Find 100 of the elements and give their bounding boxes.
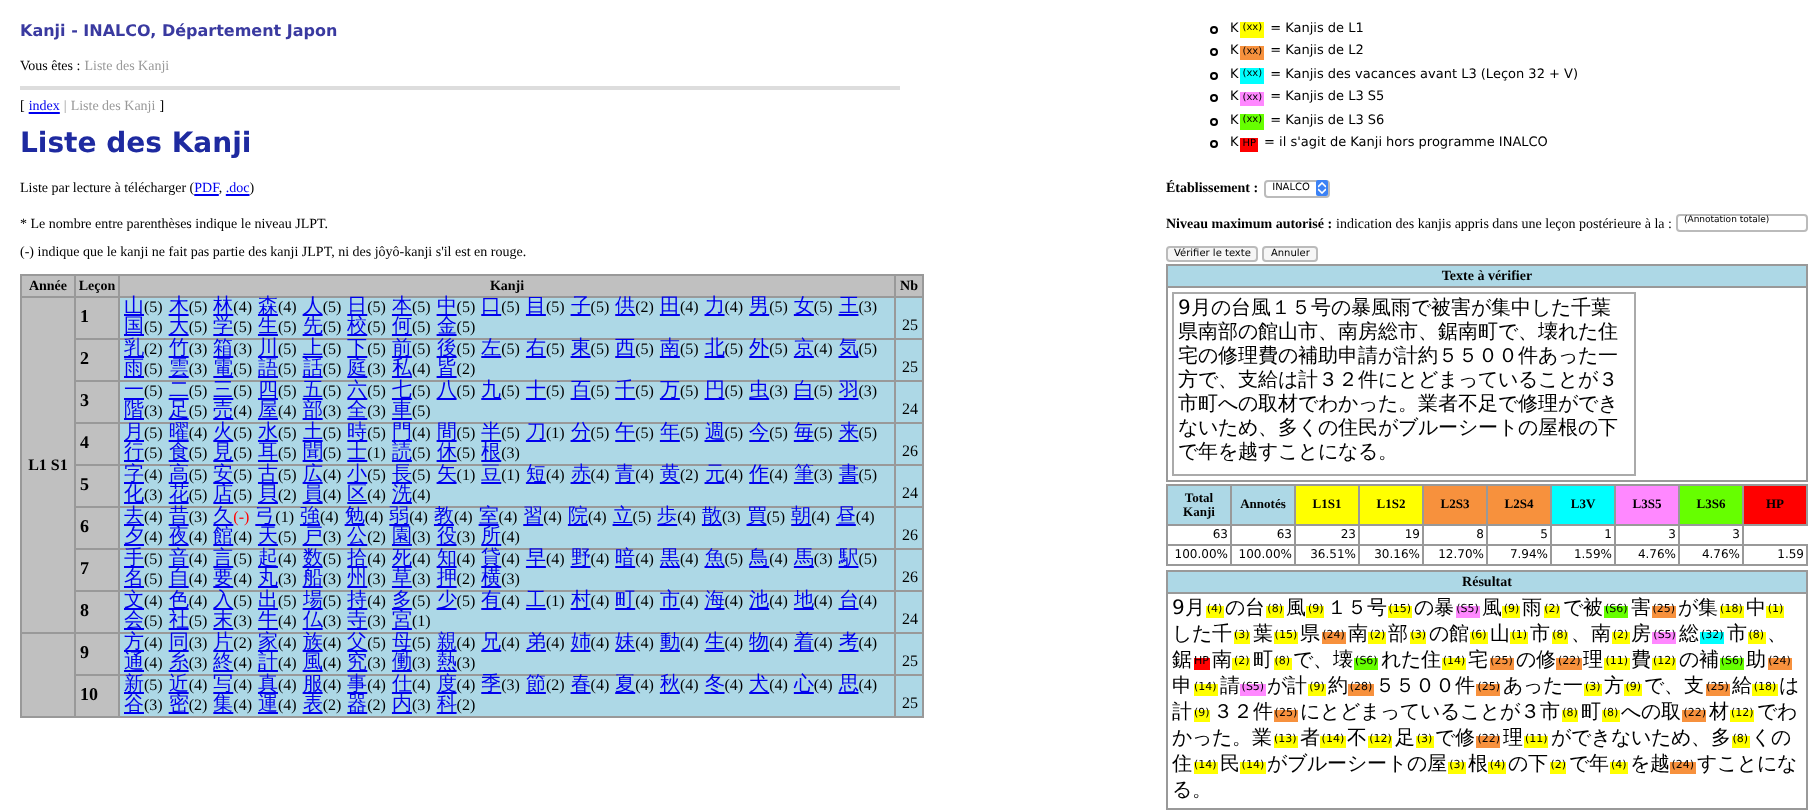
kanji-link[interactable]: 竹 [168,338,189,360]
kanji-link[interactable]: 上 [302,338,323,360]
kanji-link[interactable]: 文 [124,590,144,612]
kanji-link[interactable]: 間 [436,422,457,444]
kanji-link[interactable]: 買 [746,506,767,528]
kanji-link[interactable]: 丸 [257,568,278,590]
kanji-link[interactable]: 手 [124,548,144,570]
kanji-link[interactable]: 思 [838,674,859,696]
kanji-link[interactable]: 洗 [391,484,412,506]
kanji-link[interactable]: 曜 [168,422,189,444]
kanji-link[interactable]: 魚 [704,548,725,570]
kanji-link[interactable]: 歩 [657,506,678,528]
kanji-link[interactable]: 学 [213,316,234,338]
kanji-link[interactable]: 室 [478,506,499,528]
kanji-link[interactable]: 西 [615,338,636,360]
kanji-link[interactable]: 生 [257,316,278,338]
kanji-link[interactable]: 国 [124,316,144,338]
kanji-link[interactable]: 王 [838,296,859,318]
kanji-link[interactable]: 見 [213,442,234,464]
kanji-link[interactable]: 貸 [481,548,502,570]
kanji-link[interactable]: 足 [168,400,189,422]
kanji-link[interactable]: 長 [391,464,412,486]
kanji-link[interactable]: 勉 [344,506,365,528]
kanji-link[interactable]: 家 [257,632,278,654]
kanji-link[interactable]: 春 [570,674,591,696]
kanji-link[interactable]: 日 [347,296,368,318]
kanji-link[interactable]: 聞 [302,442,323,464]
kanji-link[interactable]: 久 [213,506,234,528]
kanji-link[interactable]: 赤 [570,464,591,486]
kanji-link[interactable]: 筆 [793,464,814,486]
kanji-link[interactable]: 暗 [615,548,636,570]
kanji-link[interactable]: 花 [168,484,189,506]
kanji-link[interactable]: 散 [701,506,722,528]
kanji-link[interactable]: 役 [436,526,457,548]
kanji-link[interactable]: 来 [838,422,859,444]
kanji-link[interactable]: 船 [302,568,323,590]
kanji-link[interactable]: 妹 [615,632,636,654]
kanji-link[interactable]: 貝 [257,484,278,506]
kanji-link[interactable]: 園 [391,526,412,548]
kanji-link[interactable]: 数 [302,548,323,570]
kanji-link[interactable]: 科 [436,694,457,716]
kanji-link[interactable]: 親 [436,632,457,654]
kanji-link[interactable]: 分 [570,422,591,444]
kanji-link[interactable]: 拾 [347,548,368,570]
kanji-link[interactable]: 何 [391,316,412,338]
kanji-link[interactable]: 午 [615,422,636,444]
kanji-link[interactable]: 元 [704,464,725,486]
kanji-link[interactable]: 海 [704,590,725,612]
kanji-link[interactable]: 後 [436,338,457,360]
kanji-link[interactable]: 全 [347,400,368,422]
kanji-link[interactable]: 田 [659,296,680,318]
kanji-link[interactable]: 表 [302,694,323,716]
kanji-link[interactable]: 有 [481,590,502,612]
kanji-link[interactable]: 林 [213,296,234,318]
kanji-link[interactable]: 所 [481,526,502,548]
kanji-link[interactable]: 川 [257,338,278,360]
kanji-link[interactable]: 早 [525,548,546,570]
kanji-link[interactable]: 強 [299,506,320,528]
kanji-link[interactable]: 会 [124,610,144,632]
kanji-link[interactable]: 節 [525,674,546,696]
kanji-link[interactable]: 私 [391,358,412,380]
kanji-link[interactable]: 今 [749,422,770,444]
kanji-link[interactable]: 千 [615,380,636,402]
kanji-link[interactable]: 究 [347,652,368,674]
kanji-link[interactable]: 火 [213,422,234,444]
kanji-link[interactable]: 熱 [436,652,457,674]
kanji-link[interactable]: 高 [168,464,189,486]
kanji-link[interactable]: 起 [257,548,278,570]
kanji-link[interactable]: 社 [168,610,189,632]
kanji-link[interactable]: 村 [570,590,591,612]
kanji-link[interactable]: 店 [213,484,234,506]
kanji-link[interactable]: 矢 [436,464,457,486]
kanji-link[interactable]: 化 [124,484,144,506]
kanji-link[interactable]: 万 [659,380,680,402]
kanji-link[interactable]: 外 [749,338,770,360]
kanji-link[interactable]: 区 [347,484,368,506]
kanji-link[interactable]: 器 [347,694,368,716]
kanji-link[interactable]: 押 [436,568,457,590]
kanji-link[interactable]: 五 [302,380,323,402]
kanji-link[interactable]: 駅 [838,548,859,570]
kanji-link[interactable]: 半 [481,422,502,444]
kanji-link[interactable]: 去 [124,506,144,528]
kanji-link[interactable]: 行 [124,442,144,464]
kanji-link[interactable]: 少 [436,590,457,612]
kanji-link[interactable]: 刀 [525,422,546,444]
kanji-link[interactable]: 弟 [525,632,546,654]
kanji-link[interactable]: 前 [391,338,412,360]
kanji-link[interactable]: 毎 [793,422,814,444]
kanji-link[interactable]: 供 [615,296,636,318]
kanji-link[interactable]: 二 [168,380,189,402]
kanji-link[interactable]: 天 [257,526,278,548]
kanji-link[interactable]: 作 [749,464,770,486]
kanji-link[interactable]: 七 [391,380,412,402]
kanji-link[interactable]: 三 [213,380,234,402]
kanji-link[interactable]: 百 [570,380,591,402]
kanji-link[interactable]: 場 [302,590,323,612]
kanji-link[interactable]: 牛 [257,610,278,632]
kanji-link[interactable]: 密 [168,694,189,716]
kanji-link[interactable]: 院 [567,506,588,528]
kanji-link[interactable]: 金 [436,316,457,338]
